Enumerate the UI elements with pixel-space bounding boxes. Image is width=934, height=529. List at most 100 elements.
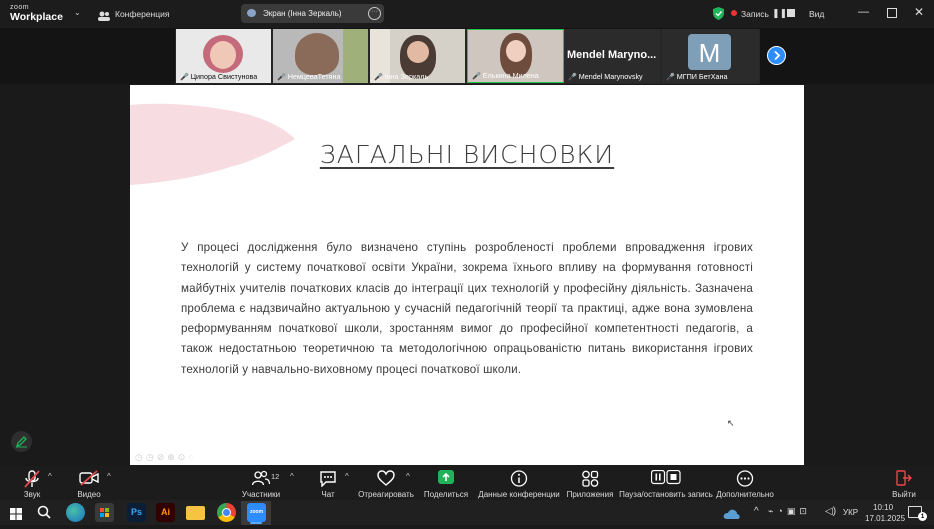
edge-icon[interactable]: [66, 503, 85, 522]
file-explorer-icon[interactable]: [186, 506, 205, 520]
meeting-icon: [98, 8, 110, 26]
participant-tile[interactable]: M 🎤 МГПИ БетХана: [662, 29, 759, 83]
more-options-icon[interactable]: ···: [368, 7, 381, 20]
participant-tile[interactable]: 🎤 Ципора Свистунова: [176, 29, 271, 83]
share-label: Поделиться: [423, 490, 469, 499]
clock-date[interactable]: 17.01.2025: [865, 514, 905, 523]
cloud-icon[interactable]: [723, 507, 741, 525]
video-thumbnail-face: [407, 41, 429, 63]
record-label: Запись: [741, 9, 769, 19]
participant-name: МГПИ БетХана: [676, 72, 728, 81]
zoom-app-icon[interactable]: zoom: [247, 503, 266, 522]
maximize-button[interactable]: [887, 8, 897, 18]
participant-name: Елькина Милена: [482, 71, 539, 80]
chat-options-chevron[interactable]: ^: [345, 472, 349, 481]
view-menu[interactable]: Вид: [809, 9, 824, 19]
participant-display-name: Mendel Maryno...: [567, 49, 657, 61]
pencil-icon: [15, 436, 27, 448]
store-icon[interactable]: [95, 503, 114, 522]
right-pane: [804, 84, 934, 466]
more-label: Дополнительно: [716, 490, 774, 499]
participants-count: 12: [271, 472, 280, 481]
zoom-logo-bottom: Workplace: [10, 11, 63, 23]
tray-chevron-up-icon[interactable]: ^: [754, 506, 759, 517]
shield-icon[interactable]: [713, 7, 724, 25]
active-app-indicator: [250, 522, 262, 524]
windows-start-icon[interactable]: [10, 507, 22, 525]
chat-icon[interactable]: [319, 470, 337, 492]
chat-label: Чат: [321, 490, 335, 499]
audio-options-chevron[interactable]: ^: [48, 472, 52, 481]
participants-options-chevron[interactable]: ^: [290, 472, 294, 481]
volume-icon[interactable]: ◁): [825, 506, 836, 517]
record-controls-label: Пауза/остановить запись: [619, 490, 713, 499]
video-label: Видео: [77, 490, 101, 499]
slide-controls[interactable]: ◷◷⊘⊕⊙◌: [135, 452, 197, 463]
shared-slide: ЗАГАЛЬНІ ВИСНОВКИ У процесі дослідження …: [130, 85, 804, 465]
slide-title: ЗАГАЛЬНІ ВИСНОВКИ: [319, 140, 615, 169]
chevron-right-icon: [774, 50, 781, 61]
mic-muted-icon: 🎤: [374, 74, 383, 81]
annotate-button[interactable]: [11, 431, 32, 452]
record-controls-icon[interactable]: [650, 469, 681, 490]
participants-icon[interactable]: [251, 470, 271, 491]
video-thumbnail-face: [506, 40, 526, 62]
stop-recording-button[interactable]: [787, 9, 795, 17]
participant-name: НемцеваТетяна: [287, 72, 341, 81]
meeting-label[interactable]: Конференция: [115, 9, 169, 19]
participant-tile[interactable]: 🎤 НемцеваТетяна: [273, 29, 368, 83]
heart-react-icon[interactable]: [377, 470, 395, 491]
participant-tile-active[interactable]: 🎤 Елькина Милена: [467, 29, 564, 83]
video-thumbnail-face: [210, 41, 236, 69]
record-dot-icon: [731, 10, 737, 16]
notification-badge: 1: [918, 512, 927, 521]
participant-tile[interactable]: Mendel Maryno... 🎤 Mendel Marynovsky: [564, 29, 660, 83]
screen-share-pill[interactable]: Экран (Інна Зеркаль) ···: [241, 4, 384, 23]
photoshop-icon[interactable]: Ps: [127, 503, 146, 522]
participants-label: Участники: [241, 490, 281, 499]
close-window-button[interactable]: ✕: [914, 5, 924, 19]
left-pane: [0, 84, 130, 466]
meeting-info-label: Данные конференции: [478, 490, 560, 499]
avatar: M: [688, 34, 731, 70]
brush-stroke-decoration: [130, 103, 295, 185]
leave-label: Выйти: [892, 490, 916, 499]
more-icon[interactable]: [736, 470, 754, 492]
pause-recording-button[interactable]: ❚❚: [772, 8, 787, 18]
screen-share-icon: [247, 9, 256, 17]
illustrator-icon[interactable]: Ai: [156, 503, 175, 522]
minimize-button[interactable]: —: [858, 6, 869, 18]
mic-muted-icon: 🎤: [666, 74, 675, 81]
leave-icon[interactable]: [896, 470, 912, 491]
audio-label: Звук: [23, 490, 41, 499]
mic-muted-icon: 🎤: [277, 74, 286, 81]
mouse-cursor-icon: ↖: [727, 418, 735, 428]
video-thumbnail-bg: [343, 29, 368, 83]
react-label: Отреагировать: [358, 490, 414, 499]
mic-muted-icon: 🎤: [180, 74, 189, 81]
search-icon[interactable]: [37, 505, 51, 524]
zoom-logo-top: zoom: [10, 4, 30, 11]
participant-name: Інна Зеркаль: [384, 72, 429, 81]
tray-icons[interactable]: ⌁◔▣⊡: [768, 506, 811, 517]
clock-time[interactable]: 10:10: [873, 503, 893, 512]
info-icon[interactable]: [510, 470, 528, 492]
participant-name: Ципора Свистунова: [190, 72, 258, 81]
apps-label: Приложения: [566, 490, 614, 499]
chevron-down-icon[interactable]: ⌄: [74, 8, 81, 17]
next-page-button[interactable]: [767, 46, 786, 65]
share-screen-icon[interactable]: [438, 470, 454, 489]
apps-icon[interactable]: [582, 470, 599, 492]
chrome-icon[interactable]: [217, 503, 236, 522]
participant-name: Mendel Marynovsky: [578, 72, 643, 81]
video-options-chevron[interactable]: ^: [107, 472, 111, 481]
mic-muted-icon: 🎤: [472, 73, 481, 80]
language-indicator[interactable]: УКР: [843, 508, 858, 517]
video-thumbnail: [295, 33, 339, 75]
mic-muted-icon: 🎤: [568, 74, 577, 81]
share-label: Экран (Інна Зеркаль): [263, 9, 342, 18]
video-off-icon[interactable]: [79, 470, 99, 491]
slide-body-text: У процесі дослідження було визначено сту…: [181, 241, 753, 376]
participant-tile[interactable]: 🎤 Інна Зеркаль: [370, 29, 465, 83]
react-options-chevron[interactable]: ^: [406, 472, 410, 481]
